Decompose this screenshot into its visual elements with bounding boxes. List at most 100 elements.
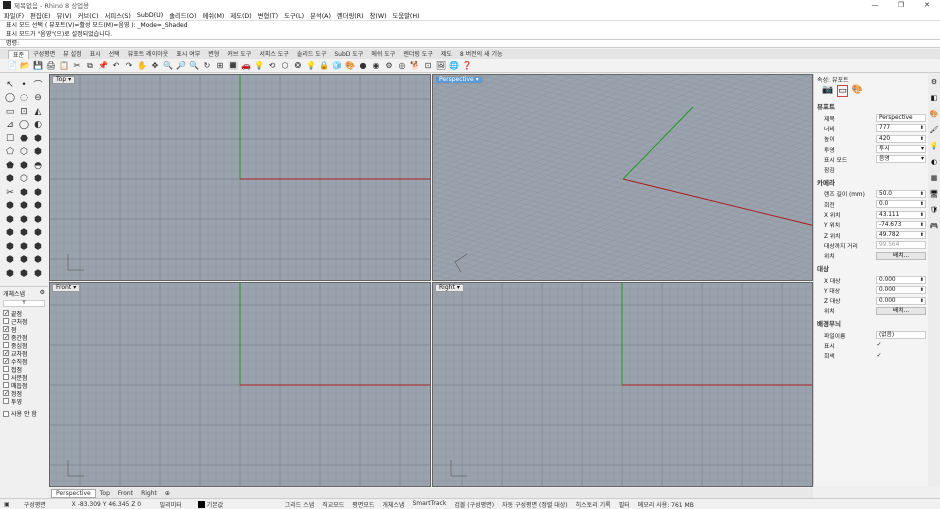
tab[interactable]: 뷰 설정 <box>59 50 85 59</box>
status-toggle[interactable]: 메모리 사용: 761 MB <box>638 500 694 509</box>
menu-item[interactable]: 파일(F) <box>4 11 24 20</box>
tab[interactable]: 구성평면 <box>29 50 59 59</box>
checkbox[interactable]: ✓ <box>876 342 882 348</box>
tool-icon[interactable]: ⬣ <box>18 132 31 146</box>
disable-osnap[interactable]: 사용 안 함 <box>0 407 48 420</box>
tool-icon[interactable]: ◐ <box>32 119 45 133</box>
tool-icon[interactable]: • <box>18 78 31 92</box>
tab[interactable]: 변형 <box>204 50 223 59</box>
close-button[interactable]: ✕ <box>914 1 940 9</box>
toolbar-icon[interactable]: ⊡ <box>422 60 434 71</box>
tab[interactable]: 8 버전의 새 기능 <box>456 50 507 59</box>
checkbox[interactable] <box>3 398 9 404</box>
tool-icon[interactable]: ⬢ <box>4 213 17 227</box>
toolbar-icon[interactable]: ◎ <box>396 60 408 71</box>
checkbox[interactable] <box>3 342 9 348</box>
property-value[interactable]: 420 <box>876 134 926 143</box>
status-toggle[interactable]: 필터 <box>619 500 630 509</box>
toolbar-icon[interactable]: 🔍 <box>162 60 174 71</box>
property-value[interactable]: 0.000 <box>876 276 926 284</box>
toolbar-icon[interactable]: 💾 <box>32 60 44 71</box>
property-value[interactable]: -74.673 <box>876 220 926 229</box>
menu-item[interactable]: 변형(T) <box>258 11 278 20</box>
toolbar-icon[interactable]: 🌐 <box>448 60 460 71</box>
viewport-right[interactable]: Right ▾ <box>432 282 813 487</box>
viewport-tab[interactable]: Perspective <box>51 488 96 498</box>
toolbar-icon[interactable]: 💡 <box>253 60 265 71</box>
brush-icon[interactable]: 🖌 <box>930 126 939 134</box>
osnap-filter[interactable]: Y <box>3 300 45 307</box>
menu-item[interactable]: 도움말(H) <box>393 11 420 20</box>
maximize-button[interactable]: ❐ <box>888 1 914 9</box>
checkbox[interactable]: ✓ <box>3 350 9 357</box>
gear-icon[interactable]: ⚙ <box>931 78 937 86</box>
osnap-item[interactable]: 근처점 <box>3 317 45 326</box>
tool-icon[interactable]: ⬢ <box>18 254 31 268</box>
tool-icon[interactable]: ◓ <box>32 159 45 173</box>
minimize-button[interactable]: — <box>862 1 888 9</box>
tool-icon[interactable]: ⬟ <box>4 159 17 173</box>
property-value[interactable]: (없음) <box>876 331 926 340</box>
tool-icon[interactable]: ⊿ <box>4 119 17 133</box>
toolbar-icon[interactable]: 🔳 <box>227 60 239 71</box>
toolbar-icon[interactable]: 📌 <box>97 60 109 71</box>
viewport-icon[interactable]: ▭ <box>837 85 848 97</box>
toolbar-icon[interactable]: ⊞ <box>214 60 226 71</box>
tool-icon[interactable]: ⬢ <box>4 254 17 268</box>
toolbar-icon[interactable]: ⚙ <box>383 60 395 71</box>
toolbar-icon[interactable]: ✂ <box>71 60 83 71</box>
osnap-item[interactable]: ✓ 수직점 <box>3 357 45 366</box>
status-toggle[interactable]: 개체스냅 <box>382 500 404 509</box>
shield-icon[interactable]: 🛡 <box>930 206 939 214</box>
status-toggle[interactable]: 히스토리 기록 <box>576 500 611 509</box>
menu-item[interactable]: 도구(L) <box>284 11 304 20</box>
layer-name[interactable]: 기본값 <box>207 500 277 509</box>
tool-icon[interactable]: ⌒ <box>32 78 45 92</box>
gamepad-icon[interactable]: 🎮 <box>930 222 939 230</box>
osnap-item[interactable]: 투영 <box>3 397 45 406</box>
menu-item[interactable]: 커브(C) <box>78 11 99 20</box>
tool-icon[interactable]: ⬡ <box>18 173 31 187</box>
tool-icon[interactable]: ☐ <box>4 132 17 146</box>
property-value[interactable]: 투시 <box>876 145 926 154</box>
tool-icon[interactable]: ◌ <box>18 92 31 106</box>
tab[interactable]: 서피스 도구 <box>255 50 293 59</box>
tool-icon[interactable]: ⬢ <box>4 200 17 214</box>
checkbox[interactable]: ✓ <box>3 310 9 317</box>
tab[interactable]: 메쉬 도구 <box>367 50 399 59</box>
checkbox[interactable] <box>876 167 882 173</box>
toolbar-icon[interactable]: 🖨 <box>45 60 57 71</box>
tool-icon[interactable]: ⬢ <box>4 240 17 254</box>
tool-icon[interactable]: ⬢ <box>32 132 45 146</box>
display-icon[interactable]: 🖥 <box>930 190 939 198</box>
checkbox[interactable]: ✓ <box>3 358 9 365</box>
checkbox[interactable] <box>3 382 9 388</box>
tab[interactable]: 표시 여부 <box>172 50 204 59</box>
viewport-tab[interactable]: Top <box>96 490 114 497</box>
toolbar-icon[interactable]: 🚗 <box>240 60 252 71</box>
toolbar-icon[interactable]: ⬡ <box>279 60 291 71</box>
osnap-item[interactable]: 매듭점 <box>3 381 45 390</box>
toolbar-icon[interactable]: ⧉ <box>84 60 96 71</box>
tool-icon[interactable]: ⬢ <box>32 173 45 187</box>
menu-item[interactable]: 창(W) <box>370 11 387 20</box>
tool-icon[interactable]: ⬢ <box>4 173 17 187</box>
status-toggle[interactable]: 그리드 스냅 <box>285 500 315 509</box>
osnap-item[interactable]: ✓ 정점 <box>3 389 45 398</box>
checkbox[interactable] <box>3 374 9 380</box>
tool-icon[interactable]: ◯ <box>18 119 31 133</box>
status-toggle[interactable]: 평면모드 <box>352 500 374 509</box>
viewport-tab[interactable]: Right <box>137 490 161 497</box>
color-icon[interactable]: 🎨 <box>930 110 939 118</box>
tool-icon[interactable]: ⬢ <box>18 227 31 241</box>
toolbar-icon[interactable]: 📄 <box>6 60 18 71</box>
tab[interactable]: 렌더링 도구 <box>399 50 437 59</box>
tool-icon[interactable]: ◯ <box>4 92 17 106</box>
toolbar-icon[interactable]: ◉ <box>370 60 382 71</box>
tool-icon[interactable]: ⬢ <box>18 159 31 173</box>
toolbar-icon[interactable]: 🖼 <box>435 60 447 71</box>
viewport-top[interactable]: Top ▾ <box>49 74 431 281</box>
viewport-tab[interactable]: Front <box>114 490 137 497</box>
viewport-label-top[interactable]: Top ▾ <box>52 76 76 84</box>
palette-icon[interactable]: 🎨 <box>852 85 863 97</box>
